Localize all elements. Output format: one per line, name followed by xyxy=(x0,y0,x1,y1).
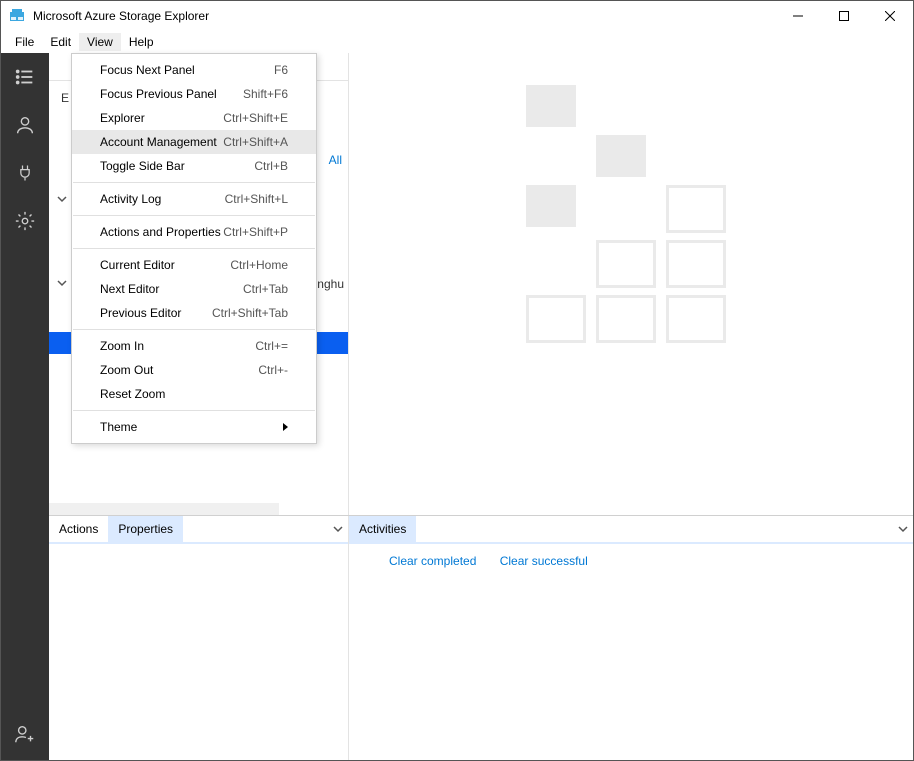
menu-reset-zoom[interactable]: Reset Zoom xyxy=(72,382,316,406)
chevron-down-icon[interactable] xyxy=(57,193,67,207)
tab-activities[interactable]: Activities xyxy=(349,516,416,542)
clear-completed-link[interactable]: Clear completed xyxy=(389,554,476,568)
activity-bar xyxy=(1,53,49,760)
window-title: Microsoft Azure Storage Explorer xyxy=(33,9,775,23)
menu-activity-log[interactable]: Activity LogCtrl+Shift+L xyxy=(72,187,316,211)
list-icon[interactable] xyxy=(13,65,37,89)
menu-zoom-in[interactable]: Zoom InCtrl+= xyxy=(72,334,316,358)
app-icon xyxy=(9,8,25,24)
horizontal-scrollbar[interactable] xyxy=(49,503,279,515)
explorer-link-fragment[interactable]: All xyxy=(329,153,342,167)
watermark-logo xyxy=(526,85,736,325)
properties-body xyxy=(49,544,348,760)
panel-collapse-chevron[interactable] xyxy=(328,516,348,542)
tab-actions[interactable]: Actions xyxy=(49,516,108,542)
menu-next-editor[interactable]: Next EditorCtrl+Tab xyxy=(72,277,316,301)
menu-bar: File Edit View Help xyxy=(1,31,913,53)
menu-focus-previous-panel[interactable]: Focus Previous PanelShift+F6 xyxy=(72,82,316,106)
menu-previous-editor[interactable]: Previous EditorCtrl+Shift+Tab xyxy=(72,301,316,325)
menu-view[interactable]: View xyxy=(79,33,121,51)
panel-collapse-chevron[interactable] xyxy=(893,516,913,542)
title-bar: Microsoft Azure Storage Explorer xyxy=(1,1,913,31)
right-panel-tabs: Activities xyxy=(349,516,913,544)
menu-separator xyxy=(73,248,315,249)
activities-body: Clear completed Clear successful xyxy=(349,544,913,760)
actions-properties-panel: Actions Properties xyxy=(49,516,349,760)
menu-account-management[interactable]: Account ManagementCtrl+Shift+A xyxy=(72,130,316,154)
left-panel-tabs: Actions Properties xyxy=(49,516,348,544)
menu-separator xyxy=(73,410,315,411)
window-controls xyxy=(775,1,913,31)
maximize-button[interactable] xyxy=(821,1,867,31)
menu-separator xyxy=(73,329,315,330)
bottom-panels: Actions Properties Activities xyxy=(49,515,913,760)
app-window: Microsoft Azure Storage Explorer File Ed… xyxy=(0,0,914,761)
explorer-text-fragment-2: nghu xyxy=(317,277,344,291)
menu-file[interactable]: File xyxy=(7,33,42,51)
menu-focus-next-panel[interactable]: Focus Next PanelF6 xyxy=(72,58,316,82)
minimize-button[interactable] xyxy=(775,1,821,31)
tab-properties[interactable]: Properties xyxy=(108,516,183,542)
menu-separator xyxy=(73,215,315,216)
menu-separator xyxy=(73,182,315,183)
close-button[interactable] xyxy=(867,1,913,31)
view-menu-dropdown: Focus Next PanelF6 Focus Previous PanelS… xyxy=(71,53,317,444)
clear-successful-link[interactable]: Clear successful xyxy=(500,554,588,568)
menu-edit[interactable]: Edit xyxy=(42,33,79,51)
chevron-down-icon[interactable] xyxy=(57,277,67,291)
menu-current-editor[interactable]: Current EditorCtrl+Home xyxy=(72,253,316,277)
submenu-arrow-icon xyxy=(283,423,288,431)
add-person-icon[interactable] xyxy=(13,722,37,746)
menu-toggle-side-bar[interactable]: Toggle Side BarCtrl+B xyxy=(72,154,316,178)
menu-explorer[interactable]: ExplorerCtrl+Shift+E xyxy=(72,106,316,130)
menu-zoom-out[interactable]: Zoom OutCtrl+- xyxy=(72,358,316,382)
activities-panel: Activities Clear completed Clear success… xyxy=(349,516,913,760)
plug-icon[interactable] xyxy=(13,161,37,185)
menu-help[interactable]: Help xyxy=(121,33,162,51)
person-icon[interactable] xyxy=(13,113,37,137)
menu-actions-and-properties[interactable]: Actions and PropertiesCtrl+Shift+P xyxy=(72,220,316,244)
menu-theme[interactable]: Theme xyxy=(72,415,316,439)
gear-icon[interactable] xyxy=(13,209,37,233)
explorer-text-fragment: E xyxy=(61,91,69,105)
editor-area xyxy=(349,53,913,515)
